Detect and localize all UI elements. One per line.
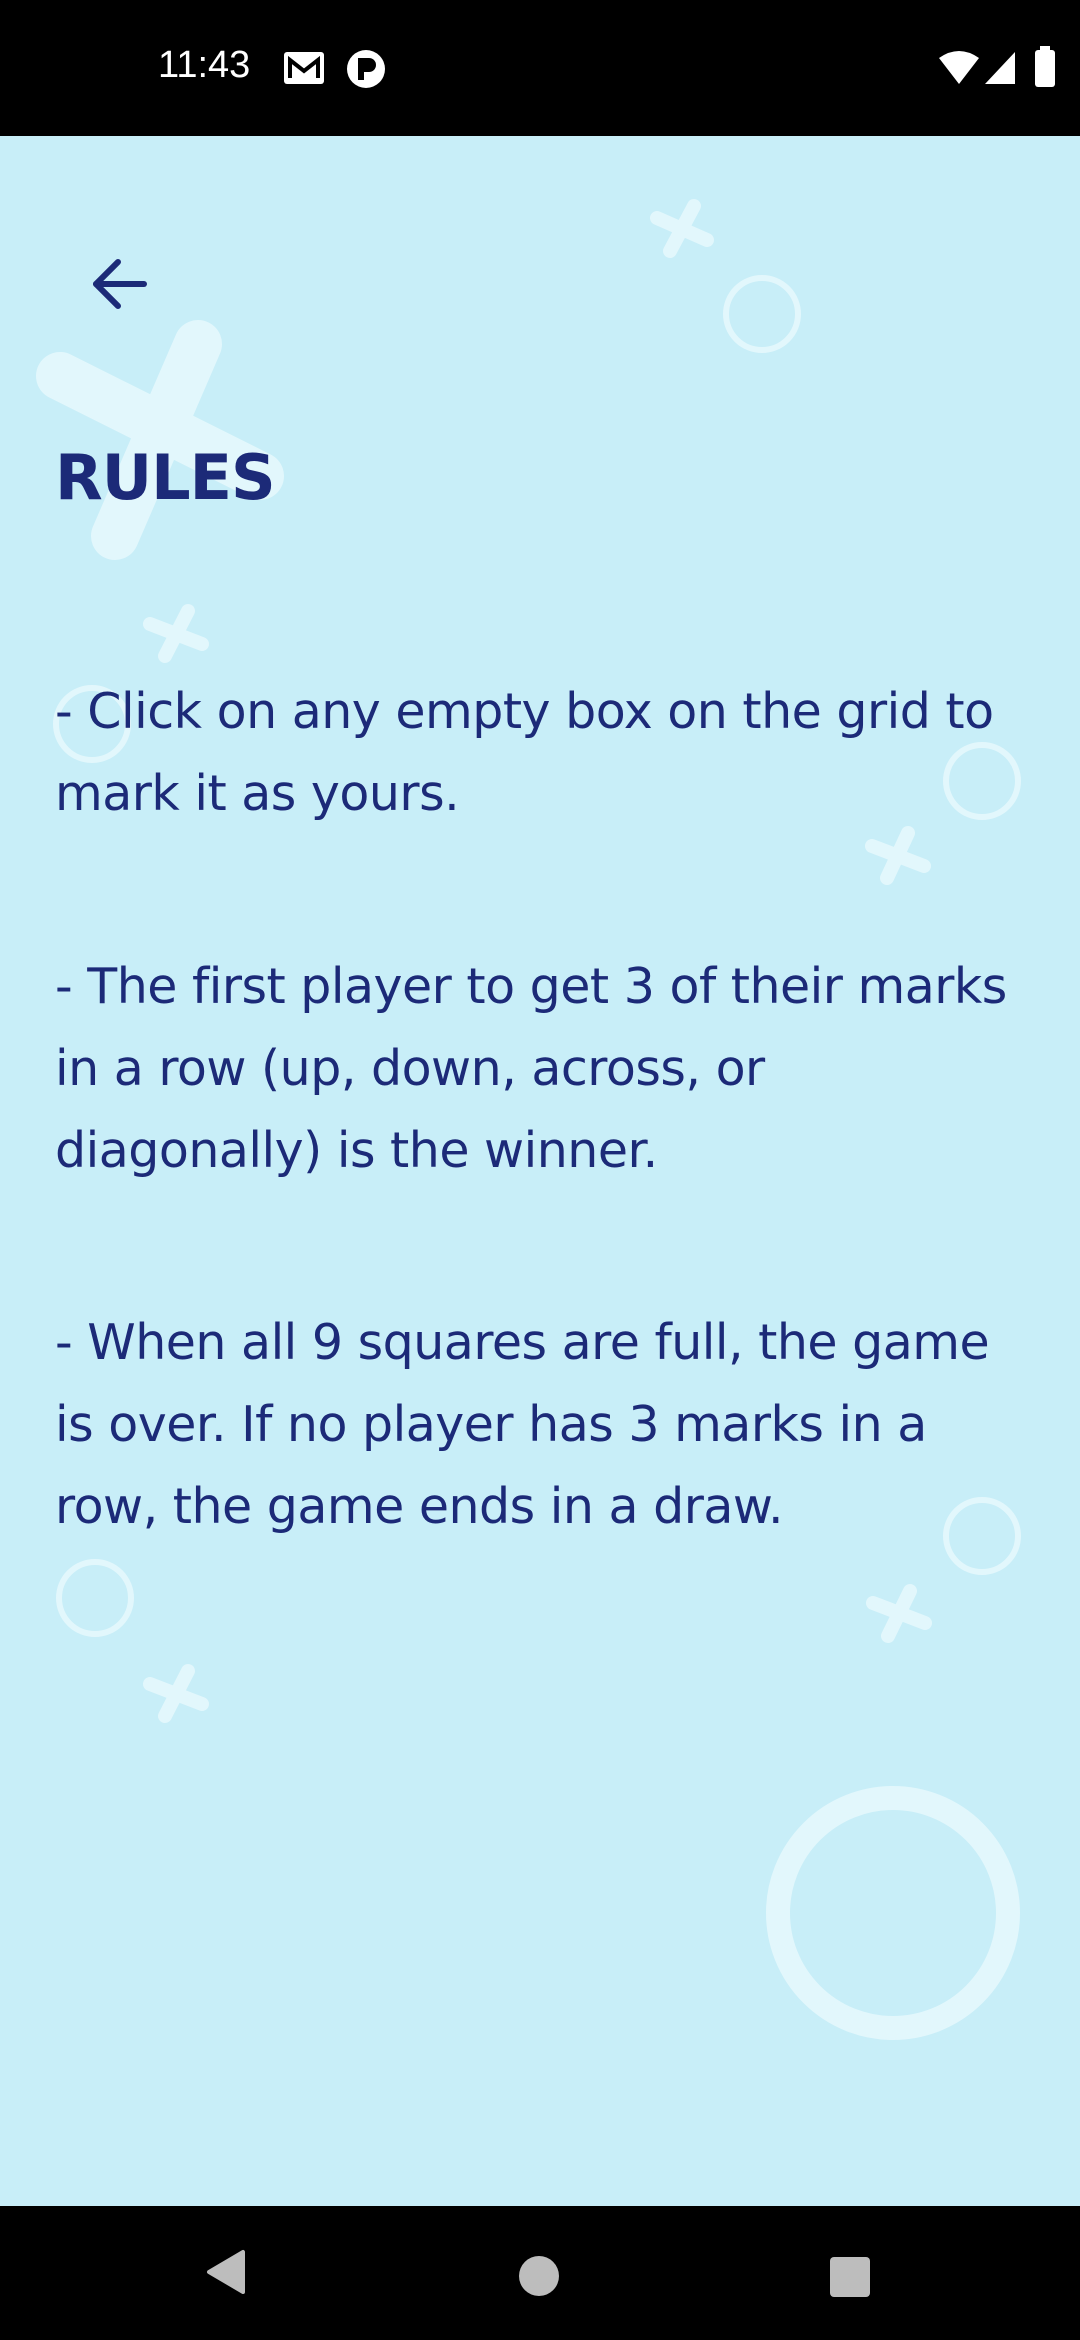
rules-screen: RULES - Click on any empty box on the gr… — [0, 136, 1080, 2206]
gmail-icon — [282, 48, 326, 92]
status-time: 11:43 — [158, 44, 251, 86]
wifi-icon — [937, 50, 981, 90]
status-bar: 11:43 — [0, 0, 1080, 136]
rule-item: - The first player to get 3 of their mar… — [55, 958, 1007, 1179]
navigation-bar — [0, 2206, 1080, 2340]
battery-icon — [1034, 46, 1056, 92]
app-notification-icon — [345, 48, 387, 94]
home-circle-icon[interactable] — [518, 2255, 560, 2301]
back-triangle-icon[interactable] — [203, 2248, 247, 2300]
rules-list: - Click on any empty box on the grid to … — [55, 671, 1030, 1659]
page-title: RULES — [55, 441, 276, 514]
cellular-signal-icon — [983, 50, 1017, 90]
rule-item: - When all 9 squares are full, the game … — [55, 1314, 990, 1535]
back-button[interactable] — [70, 236, 170, 336]
arrow-back-icon — [90, 256, 150, 316]
recents-square-icon[interactable] — [829, 2256, 871, 2302]
rule-item: - Click on any empty box on the grid to … — [55, 683, 994, 822]
